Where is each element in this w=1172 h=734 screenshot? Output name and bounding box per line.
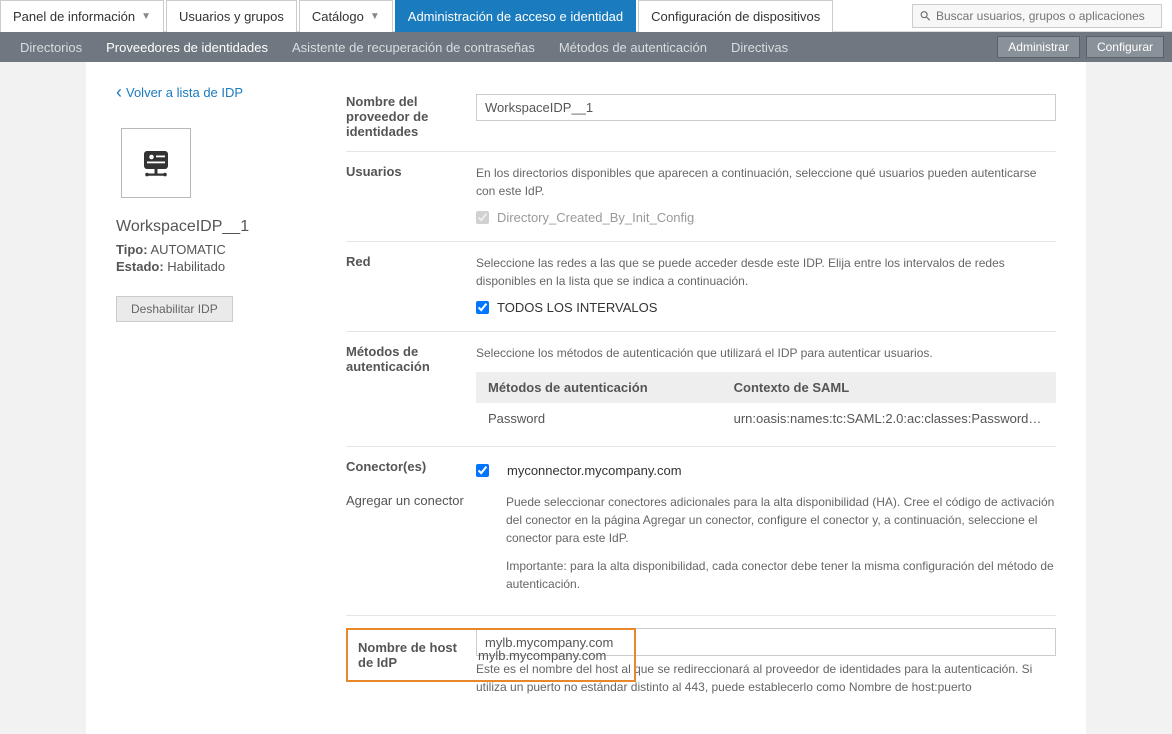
chevron-down-icon: ▼ (141, 11, 151, 22)
tab-label: Panel de información (13, 9, 135, 24)
auth-methods-table: Métodos de autenticación Contexto de SAM… (476, 372, 1056, 434)
subnav-policies[interactable]: Directivas (719, 32, 800, 62)
subnav-password-recovery[interactable]: Asistente de recuperación de contraseñas (280, 32, 547, 62)
directory-label: Directory_Created_By_Init_Config (497, 210, 694, 225)
add-connector-label: Agregar un conector (346, 493, 476, 508)
connector-name-label: myconnector.mycompany.com (507, 463, 682, 478)
network-help: Seleccione las redes a las que se puede … (476, 254, 1056, 290)
idp-name-input[interactable] (476, 94, 1056, 121)
add-connector-help2: Importante: para la alta disponibilidad,… (506, 557, 1056, 593)
auth-methods-label: Métodos de autenticación (346, 344, 476, 434)
directory-checkbox (476, 211, 489, 224)
identity-provider-icon (138, 145, 174, 181)
network-all-label: TODOS LOS INTERVALOS (497, 300, 657, 315)
tab-catalog[interactable]: Catálogo ▼ (299, 0, 393, 32)
users-help: En los directorios disponibles que apare… (476, 164, 1056, 200)
connector-checkbox-row[interactable]: myconnector.mycompany.com (476, 463, 1056, 478)
idp-type: Tipo: AUTOMATIC (116, 242, 316, 257)
users-label: Usuarios (346, 164, 476, 229)
auth-help: Seleccione los métodos de autenticación … (476, 344, 1056, 362)
subnav-identity-providers[interactable]: Proveedores de identidades (94, 32, 280, 62)
idp-title: WorkspaceIDP__1 (116, 218, 316, 236)
back-to-idp-list-link[interactable]: Volver a lista de IDP (116, 82, 316, 103)
network-all-checkbox[interactable] (476, 301, 489, 314)
idp-name-label: Nombre del proveedor de identidades (346, 94, 476, 139)
auth-method-cell: Password (476, 403, 722, 434)
administer-button[interactable]: Administrar (997, 36, 1080, 58)
idp-hostname-display: mylb.mycompany.com (478, 648, 624, 663)
idp-icon (121, 128, 191, 198)
tab-label: Configuración de dispositivos (651, 9, 820, 24)
subnav-directories[interactable]: Directorios (8, 32, 94, 62)
search-input[interactable] (936, 9, 1155, 23)
disable-idp-button[interactable]: Deshabilitar IDP (116, 296, 233, 322)
tab-label: Catálogo (312, 9, 364, 24)
search-icon (919, 9, 932, 23)
auth-context-cell: urn:oasis:names:tc:SAML:2.0:ac:classes:P… (722, 403, 1056, 434)
idp-hostname-label: Nombre de host de IdP (358, 640, 478, 670)
chevron-down-icon: ▼ (370, 11, 380, 22)
subnav-auth-methods[interactable]: Métodos de autenticación (547, 32, 719, 62)
tab-dashboard[interactable]: Panel de información ▼ (0, 0, 164, 32)
network-label: Red (346, 254, 476, 319)
auth-th-context: Contexto de SAML (722, 372, 1056, 403)
connector-checkbox[interactable] (476, 464, 489, 477)
tab-users-groups[interactable]: Usuarios y grupos (166, 0, 297, 32)
directory-checkbox-row: Directory_Created_By_Init_Config (476, 210, 1056, 225)
network-all-checkbox-row[interactable]: TODOS LOS INTERVALOS (476, 300, 1056, 315)
tab-device-config[interactable]: Configuración de dispositivos (638, 0, 833, 32)
tab-label: Administración de acceso e identidad (408, 9, 623, 24)
search-box[interactable] (912, 4, 1162, 28)
add-connector-help1: Puede seleccionar conectores adicionales… (506, 493, 1056, 547)
idp-state: Estado: Habilitado (116, 259, 316, 274)
tab-label: Usuarios y grupos (179, 9, 284, 24)
tab-identity-access[interactable]: Administración de acceso e identidad (395, 0, 636, 32)
auth-th-method: Métodos de autenticación (476, 372, 722, 403)
configure-button[interactable]: Configurar (1086, 36, 1164, 58)
table-row: Password urn:oasis:names:tc:SAML:2.0:ac:… (476, 403, 1056, 434)
